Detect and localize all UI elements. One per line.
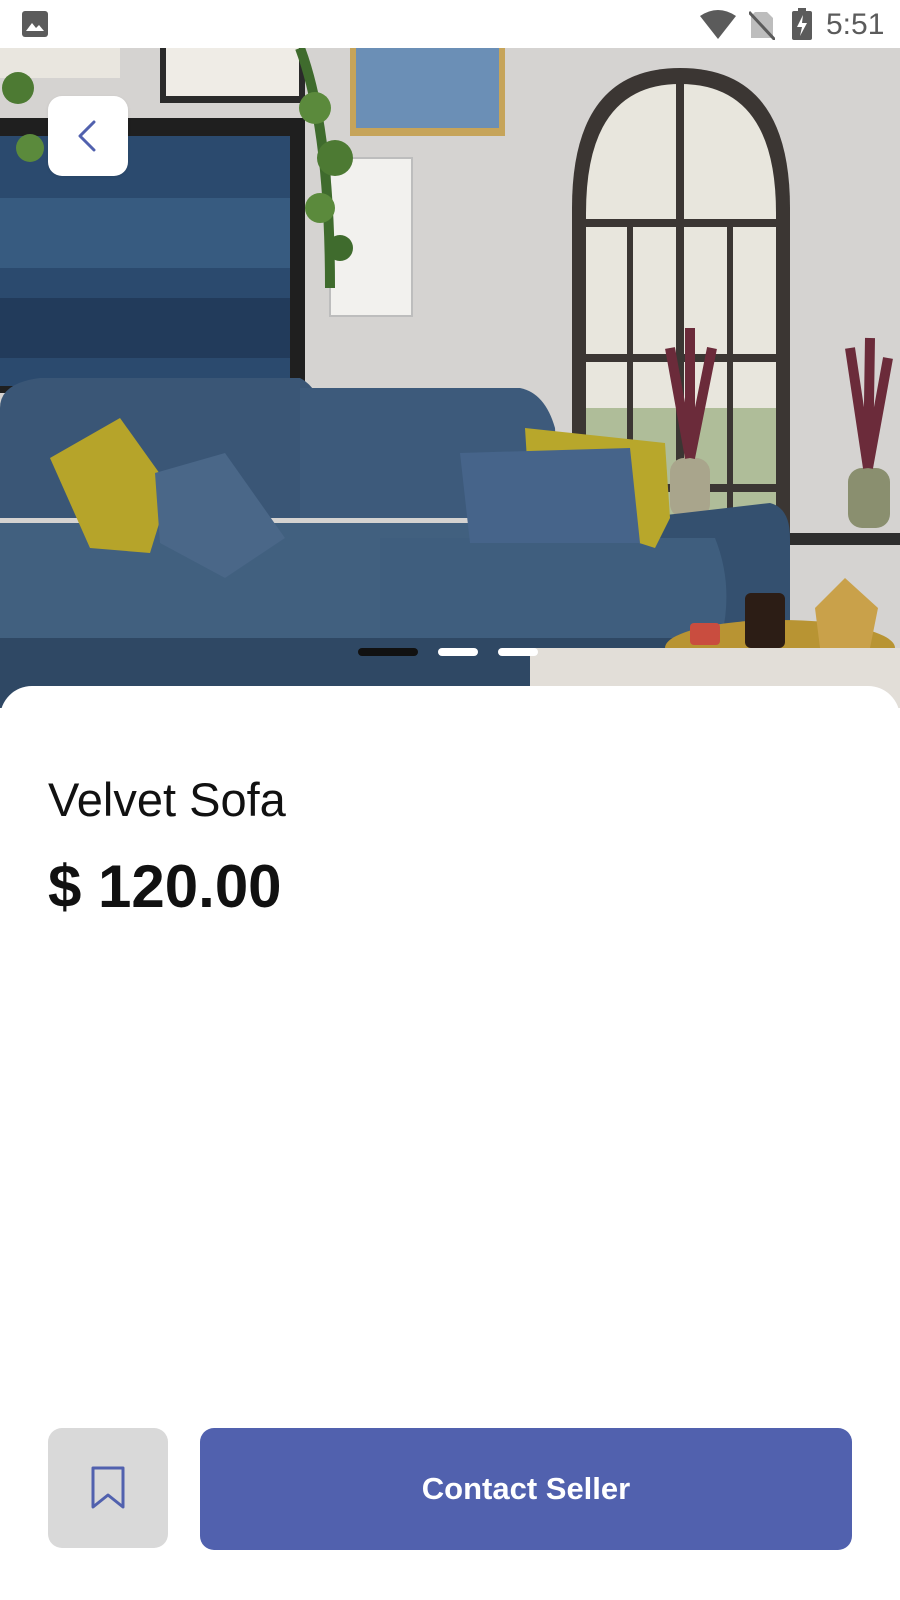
battery-charging-icon <box>792 8 812 40</box>
contact-seller-button[interactable]: Contact Seller <box>200 1428 852 1550</box>
product-detail-screen: 5:51 Velvet Sofa $ 120.00 Contact Seller <box>0 0 900 1600</box>
no-sim-icon <box>749 10 775 40</box>
product-photo <box>0 48 900 708</box>
carousel-dot-2[interactable] <box>438 648 478 656</box>
bookmark-button[interactable] <box>48 1428 168 1548</box>
status-time: 5:51 <box>826 8 885 41</box>
wifi-icon <box>700 10 736 39</box>
bookmark-icon <box>91 1466 125 1509</box>
back-button[interactable] <box>48 96 128 176</box>
chevron-left-icon <box>78 120 96 152</box>
status-bar: 5:51 <box>0 0 900 48</box>
carousel-dot-3[interactable] <box>498 648 538 656</box>
product-price: $ 120.00 <box>48 853 282 920</box>
product-title: Velvet Sofa <box>48 773 286 826</box>
gallery-icon <box>22 11 48 37</box>
carousel-indicator <box>358 648 538 656</box>
product-image-carousel[interactable] <box>0 48 900 708</box>
carousel-dot-1[interactable] <box>358 648 418 656</box>
